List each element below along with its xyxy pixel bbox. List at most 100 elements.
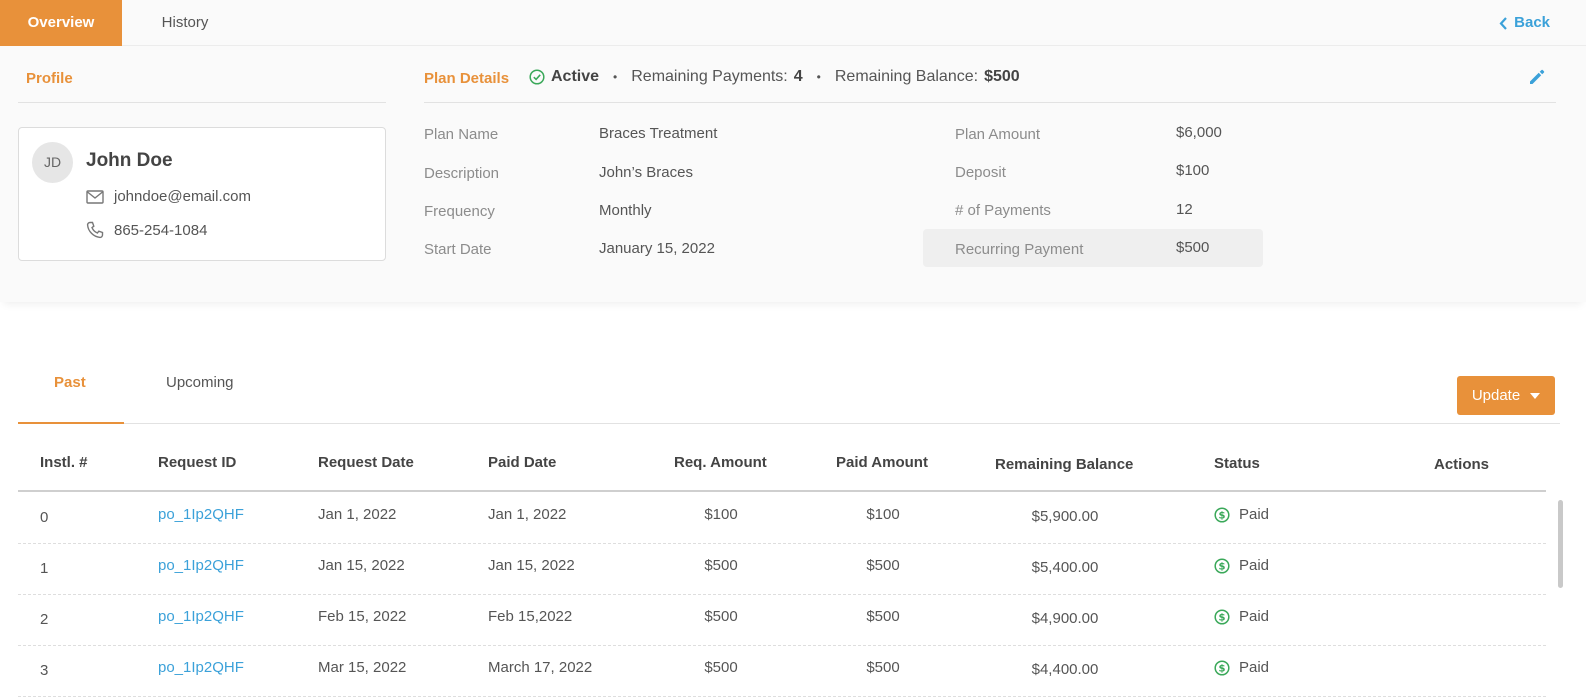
profile-card: JD John Doe johndoe@email.com 865-254-10… bbox=[18, 127, 386, 261]
start-date-label: Start Date bbox=[424, 241, 492, 258]
dollar-circle-icon: $ bbox=[1214, 506, 1230, 523]
column-header[interactable]: Status bbox=[1214, 455, 1260, 472]
update-dropdown-button[interactable]: Update bbox=[1457, 376, 1555, 415]
paid-amount: $100 bbox=[866, 506, 900, 523]
plan-details-heading: Plan Details bbox=[424, 70, 510, 87]
column-header[interactable]: Req. Amount bbox=[674, 454, 767, 471]
divider bbox=[18, 102, 386, 103]
status-text: Paid bbox=[1239, 557, 1270, 574]
request-id-link[interactable]: po_1Ip2QHF bbox=[158, 506, 244, 523]
number-of-payments-value: 12 bbox=[1176, 201, 1193, 218]
avatar: JD bbox=[32, 142, 73, 183]
remaining-balance: $4,400.00 bbox=[1031, 661, 1099, 678]
column-header[interactable]: Paid Date bbox=[488, 454, 556, 471]
chevron-left-icon bbox=[1499, 16, 1507, 30]
plan-status-line: Active • Remaining Payments: 4 • Remaini… bbox=[529, 68, 1020, 86]
plan-name-value: Braces Treatment bbox=[599, 125, 718, 142]
table-row: 3 po_1Ip2QHF Mar 15, 2022 March 17, 2022… bbox=[18, 645, 1546, 697]
profile-name: John Doe bbox=[86, 150, 173, 171]
column-header[interactable]: Paid Amount bbox=[836, 454, 928, 471]
paid-amount: $500 bbox=[866, 608, 900, 625]
start-date-value: January 15, 2022 bbox=[599, 240, 715, 257]
request-date: Jan 1, 2022 bbox=[318, 506, 397, 523]
table-row: 0 po_1Ip2QHF Jan 1, 2022 Jan 1, 2022 $10… bbox=[18, 492, 1546, 544]
remaining-balance: $5,900.00 bbox=[1031, 508, 1099, 525]
remaining-payments-label: Remaining Payments: bbox=[631, 68, 788, 85]
dollar-circle-icon: $ bbox=[1214, 659, 1230, 676]
status-badge: $ Paid bbox=[1214, 506, 1269, 523]
mail-icon bbox=[86, 189, 104, 204]
installment-number: 3 bbox=[40, 662, 49, 679]
req-amount: $500 bbox=[704, 557, 738, 574]
frequency-value: Monthly bbox=[599, 202, 652, 219]
dollar-circle-icon: $ bbox=[1214, 608, 1230, 625]
paid-date: Feb 15,2022 bbox=[488, 608, 573, 625]
plan-amount-value: $6,000 bbox=[1176, 124, 1222, 141]
check-circle-icon bbox=[529, 69, 545, 85]
svg-text:$: $ bbox=[1219, 561, 1226, 572]
column-header[interactable]: Remaining Balance bbox=[995, 456, 1133, 473]
req-amount: $500 bbox=[704, 659, 738, 676]
request-date: Feb 15, 2022 bbox=[318, 608, 407, 625]
profile-phone: 865-254-1084 bbox=[114, 221, 208, 239]
divider bbox=[424, 102, 1556, 103]
tab-history[interactable]: History bbox=[122, 0, 248, 46]
profile-email-row: johndoe@email.com bbox=[86, 188, 251, 205]
installment-number: 0 bbox=[40, 509, 49, 526]
table-row: 2 po_1Ip2QHF Feb 15, 2022 Feb 15,2022 $5… bbox=[18, 594, 1546, 646]
caret-down-icon bbox=[1530, 392, 1541, 399]
svg-text:$: $ bbox=[1219, 663, 1226, 674]
remaining-balance: $5,400.00 bbox=[1031, 559, 1099, 576]
profile-phone-row: 865-254-1084 bbox=[86, 221, 207, 239]
edit-button[interactable] bbox=[1528, 68, 1546, 91]
tab-past[interactable]: Past bbox=[54, 374, 86, 391]
top-tab-bar: Overview History Back bbox=[0, 0, 1586, 46]
recurring-payment-value: $500 bbox=[1176, 239, 1210, 256]
recurring-payment-label: Recurring Payment bbox=[955, 241, 1084, 258]
active-tab-indicator bbox=[18, 422, 124, 424]
request-date: Mar 15, 2022 bbox=[318, 659, 407, 676]
deposit-value: $100 bbox=[1176, 162, 1210, 179]
installment-number: 2 bbox=[40, 611, 49, 628]
status-badge: $ Paid bbox=[1214, 659, 1269, 676]
column-header[interactable]: Request ID bbox=[158, 454, 236, 471]
deposit-label: Deposit bbox=[955, 164, 1006, 181]
paid-date: March 17, 2022 bbox=[488, 659, 593, 676]
table-header: Instl. # Request ID Request Date Paid Da… bbox=[18, 444, 1546, 492]
svg-text:$: $ bbox=[1219, 510, 1226, 521]
scrollbar[interactable] bbox=[1558, 500, 1563, 588]
request-id-link[interactable]: po_1Ip2QHF bbox=[158, 557, 244, 574]
back-button[interactable]: Back bbox=[1499, 0, 1550, 46]
separator-dot: • bbox=[613, 70, 618, 84]
column-header[interactable]: Request Date bbox=[318, 454, 414, 471]
back-label: Back bbox=[1514, 14, 1550, 31]
remaining-balance: $4,900.00 bbox=[1031, 610, 1099, 627]
tab-overview[interactable]: Overview bbox=[0, 0, 122, 46]
separator-dot: • bbox=[816, 70, 821, 84]
remaining-balance-value: $500 bbox=[984, 68, 1020, 85]
tab-upcoming[interactable]: Upcoming bbox=[166, 374, 234, 391]
column-header[interactable]: Instl. # bbox=[40, 454, 88, 471]
request-id-link[interactable]: po_1Ip2QHF bbox=[158, 659, 244, 676]
column-header[interactable]: Actions bbox=[1434, 456, 1489, 473]
status-text: Paid bbox=[1239, 506, 1270, 523]
description-label: Description bbox=[424, 165, 500, 182]
svg-text:$: $ bbox=[1219, 612, 1226, 623]
installment-number: 1 bbox=[40, 560, 49, 577]
number-of-payments-label: # of Payments bbox=[955, 202, 1051, 219]
plan-status: Active bbox=[551, 68, 600, 85]
status-text: Paid bbox=[1239, 659, 1270, 676]
remaining-balance-label: Remaining Balance: bbox=[834, 68, 979, 85]
req-amount: $100 bbox=[704, 506, 738, 523]
paid-amount: $500 bbox=[866, 557, 900, 574]
profile-heading: Profile bbox=[26, 70, 73, 87]
tabs-divider bbox=[18, 423, 1560, 424]
table-row: 1 po_1Ip2QHF Jan 15, 2022 Jan 15, 2022 $… bbox=[18, 543, 1546, 595]
request-id-link[interactable]: po_1Ip2QHF bbox=[158, 608, 244, 625]
pencil-icon bbox=[1530, 69, 1545, 84]
remaining-payments-value: 4 bbox=[793, 68, 803, 85]
plan-name-label: Plan Name bbox=[424, 126, 499, 143]
profile-email: johndoe@email.com bbox=[114, 188, 251, 205]
overview-panel: Profile JD John Doe johndoe@email.com 86… bbox=[0, 46, 1586, 302]
paid-date: Jan 1, 2022 bbox=[488, 506, 567, 523]
